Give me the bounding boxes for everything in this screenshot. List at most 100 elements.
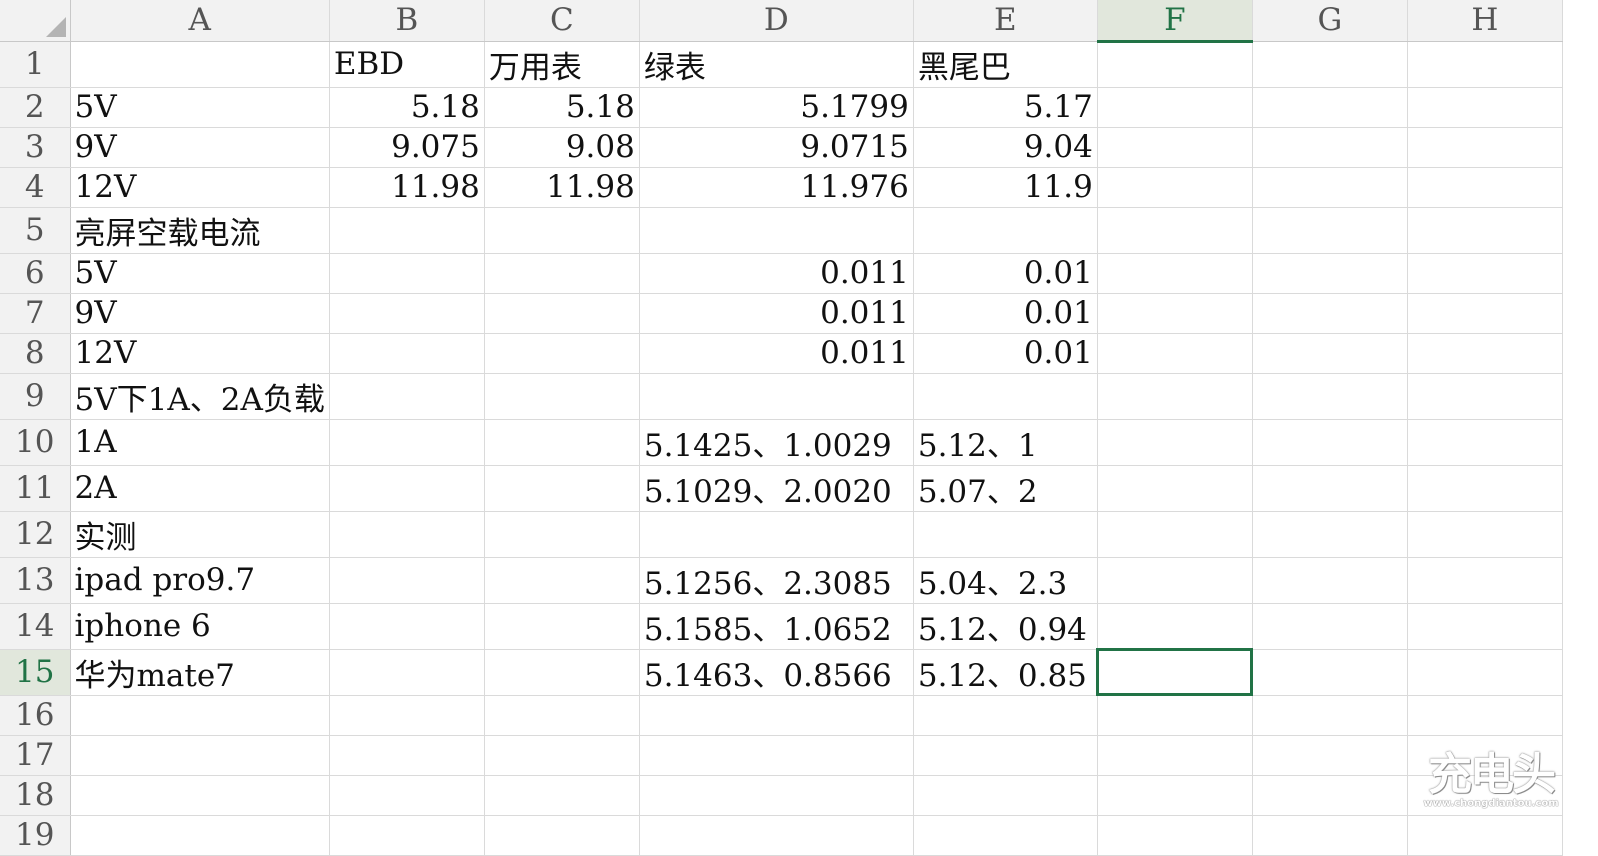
cell-a14[interactable]: iphone 6 — [70, 603, 330, 650]
cell-f16[interactable] — [1097, 695, 1253, 736]
cell-b7[interactable] — [329, 293, 485, 334]
cell-e19[interactable] — [913, 815, 1098, 856]
row-header[interactable]: 16 — [0, 695, 71, 736]
cell-e4[interactable]: 11.9 — [913, 167, 1098, 208]
row-header[interactable]: 2 — [0, 87, 71, 128]
row-header[interactable]: 5 — [0, 207, 71, 254]
cell-a13[interactable]: ipad pro9.7 — [70, 557, 330, 604]
row-header[interactable]: 14 — [0, 603, 71, 650]
cell-f10[interactable] — [1097, 419, 1253, 466]
cell-c5[interactable] — [484, 207, 640, 254]
cell-b13[interactable] — [329, 557, 485, 604]
cell-c2[interactable]: 5.18 — [484, 87, 640, 128]
cell-e12[interactable] — [913, 511, 1098, 558]
row-header[interactable]: 11 — [0, 465, 71, 512]
cell-g14[interactable] — [1252, 603, 1408, 650]
row-header[interactable]: 17 — [0, 735, 71, 776]
cell-b5[interactable] — [329, 207, 485, 254]
cell-d8[interactable]: 0.011 — [639, 333, 914, 374]
cell-d4[interactable]: 11.976 — [639, 167, 914, 208]
cell-e2[interactable]: 5.17 — [913, 87, 1098, 128]
cell-g17[interactable] — [1252, 735, 1408, 776]
cell-c8[interactable] — [484, 333, 640, 374]
cell-c17[interactable] — [484, 735, 640, 776]
cell-g19[interactable] — [1252, 815, 1408, 856]
cell-f15[interactable] — [1096, 648, 1254, 696]
cell-g16[interactable] — [1252, 695, 1408, 736]
cell-c14[interactable] — [484, 603, 640, 650]
cell-f17[interactable] — [1097, 735, 1253, 776]
cell-e9[interactable] — [913, 373, 1098, 420]
cell-d1[interactable]: 绿表 — [639, 41, 914, 88]
cell-f7[interactable] — [1097, 293, 1253, 334]
row-header[interactable]: 10 — [0, 419, 71, 466]
cell-f4[interactable] — [1097, 167, 1253, 208]
cell-e15[interactable]: 5.12、0.85 — [913, 649, 1098, 696]
cell-h4[interactable] — [1407, 167, 1563, 208]
cell-b18[interactable] — [329, 775, 485, 816]
cell-g5[interactable] — [1252, 207, 1408, 254]
cell-g12[interactable] — [1252, 511, 1408, 558]
cell-c7[interactable] — [484, 293, 640, 334]
cell-e14[interactable]: 5.12、0.94 — [913, 603, 1098, 650]
row-header[interactable]: 3 — [0, 127, 71, 168]
cell-b12[interactable] — [329, 511, 485, 558]
cell-f6[interactable] — [1097, 253, 1253, 294]
cell-a11[interactable]: 2A — [70, 465, 330, 512]
cell-c3[interactable]: 9.08 — [484, 127, 640, 168]
cell-b6[interactable] — [329, 253, 485, 294]
cell-a6[interactable]: 5V — [70, 253, 330, 294]
cell-h7[interactable] — [1407, 293, 1563, 334]
column-header-a[interactable]: A — [70, 0, 330, 42]
row-header[interactable]: 19 — [0, 815, 71, 856]
cell-a16[interactable] — [70, 695, 330, 736]
cell-c11[interactable] — [484, 465, 640, 512]
cell-h5[interactable] — [1407, 207, 1563, 254]
cell-a5[interactable]: 亮屏空载电流 — [70, 207, 330, 254]
cell-h12[interactable] — [1407, 511, 1563, 558]
cell-b10[interactable] — [329, 419, 485, 466]
cell-d3[interactable]: 9.0715 — [639, 127, 914, 168]
cell-f2[interactable] — [1097, 87, 1253, 128]
cell-d2[interactable]: 5.1799 — [639, 87, 914, 128]
column-header-b[interactable]: B — [329, 0, 485, 42]
cell-h2[interactable] — [1407, 87, 1563, 128]
cell-c4[interactable]: 11.98 — [484, 167, 640, 208]
cell-g3[interactable] — [1252, 127, 1408, 168]
cell-d12[interactable] — [639, 511, 914, 558]
cell-a10[interactable]: 1A — [70, 419, 330, 466]
cell-a12[interactable]: 实测 — [70, 511, 330, 558]
cell-g4[interactable] — [1252, 167, 1408, 208]
row-header[interactable]: 15 — [0, 649, 71, 696]
cell-b11[interactable] — [329, 465, 485, 512]
cell-a2[interactable]: 5V — [70, 87, 330, 128]
row-header[interactable]: 6 — [0, 253, 71, 294]
row-header[interactable]: 8 — [0, 333, 71, 374]
cell-g2[interactable] — [1252, 87, 1408, 128]
cell-a3[interactable]: 9V — [70, 127, 330, 168]
column-header-c[interactable]: C — [484, 0, 640, 42]
row-header[interactable]: 7 — [0, 293, 71, 334]
cell-g15[interactable] — [1252, 649, 1408, 696]
row-header[interactable]: 9 — [0, 373, 71, 420]
cell-f8[interactable] — [1097, 333, 1253, 374]
cell-c15[interactable] — [484, 649, 640, 696]
cell-d14[interactable]: 5.1585、1.0652 — [639, 603, 914, 650]
select-all-button[interactable] — [0, 0, 71, 42]
cell-d11[interactable]: 5.1029、2.0020 — [639, 465, 914, 512]
cell-a7[interactable]: 9V — [70, 293, 330, 334]
cell-b9[interactable] — [329, 373, 485, 420]
cell-g13[interactable] — [1252, 557, 1408, 604]
cell-g7[interactable] — [1252, 293, 1408, 334]
cell-c13[interactable] — [484, 557, 640, 604]
cell-f18[interactable] — [1097, 775, 1253, 816]
cell-e8[interactable]: 0.01 — [913, 333, 1098, 374]
cell-h10[interactable] — [1407, 419, 1563, 466]
row-header[interactable]: 12 — [0, 511, 71, 558]
cell-e5[interactable] — [913, 207, 1098, 254]
column-header-h[interactable]: H — [1407, 0, 1563, 42]
cell-a15[interactable]: 华为mate7 — [70, 649, 330, 696]
cell-c10[interactable] — [484, 419, 640, 466]
cell-e18[interactable] — [913, 775, 1098, 816]
cell-a18[interactable] — [70, 775, 330, 816]
